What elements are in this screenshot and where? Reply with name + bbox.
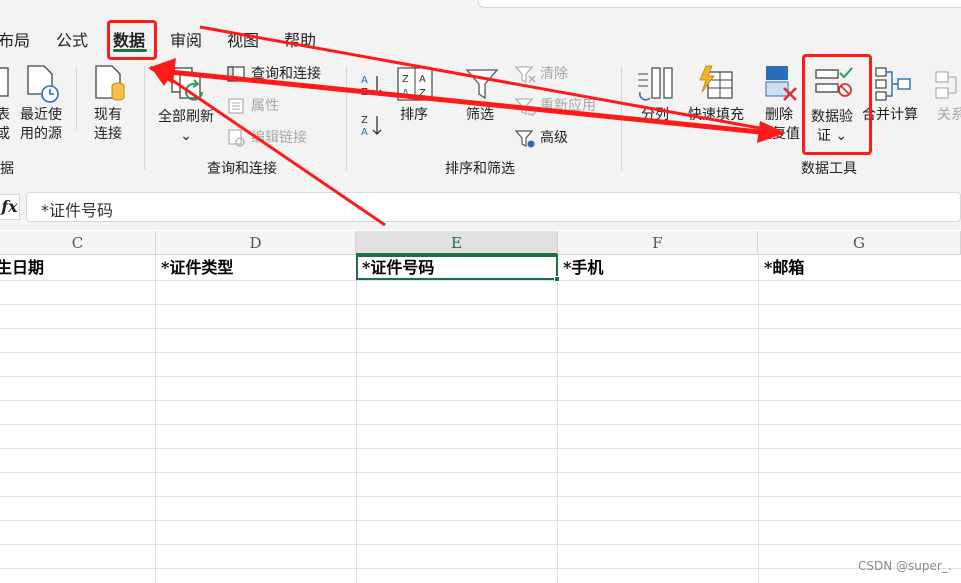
sort-button[interactable]: 排序 [400, 106, 428, 125]
annotation-box-data-validation [802, 54, 872, 155]
advanced-filter-icon [515, 130, 535, 148]
group-label-data-tools: 数据工具 [801, 161, 857, 177]
grid-line [0, 352, 961, 353]
spreadsheet-grid[interactable] [0, 255, 961, 583]
queries-connections-button[interactable]: 查询和连接 [251, 65, 321, 84]
svg-text:A: A [361, 127, 368, 138]
svg-text:Z: Z [419, 88, 426, 99]
consolidate-icon [875, 67, 911, 101]
separator [144, 66, 145, 170]
grid-line [0, 472, 961, 473]
remove-duplicates-button[interactable]: 删除 重复值 [754, 106, 804, 144]
tab-help[interactable]: 帮助 [284, 27, 316, 51]
recent-sources-button[interactable]: 最近使 用的源 [17, 106, 65, 144]
edit-links-button[interactable]: 编辑链接 [251, 129, 307, 148]
column-header-c[interactable]: C [0, 231, 156, 255]
tab-review[interactable]: 审阅 [170, 27, 202, 51]
column-header-g[interactable]: G [758, 231, 961, 255]
separator [346, 66, 347, 170]
grid-line [0, 568, 961, 569]
tab-layout[interactable]: 布局 [0, 27, 30, 51]
grid-line [0, 424, 961, 425]
formula-input[interactable]: *证件号码 [26, 192, 961, 222]
cell-c1[interactable]: 生日期 [0, 257, 155, 279]
grid-line [0, 280, 961, 281]
links-icon [228, 129, 245, 147]
sort-icon: ZA AZ [397, 67, 433, 101]
grid-line [0, 448, 961, 449]
tab-view[interactable]: 视图 [227, 27, 259, 51]
fill-handle[interactable] [554, 276, 560, 282]
grid-line [0, 400, 961, 401]
reapply-button[interactable]: 重新应用 [540, 97, 596, 116]
flash-fill-button[interactable]: 快速填充 [688, 106, 744, 125]
existing-connections-button[interactable]: 现有 连接 [88, 106, 128, 144]
sort-desc-icon: Z A [361, 115, 382, 138]
svg-text:A: A [419, 74, 426, 85]
clock-doc-icon [27, 65, 59, 103]
annotation-box-data-tab [107, 20, 157, 60]
active-cell-border [356, 255, 558, 280]
formula-value: *证件号码 [41, 201, 114, 220]
refresh-icon [171, 67, 203, 101]
grid-line [0, 544, 961, 545]
grid-line [0, 376, 961, 377]
advanced-button[interactable]: 高级 [540, 129, 568, 148]
get-data-partial-button[interactable]: 表 或 [0, 106, 10, 144]
svg-text:Z: Z [402, 74, 409, 85]
svg-text:A: A [402, 88, 409, 99]
filter-icon [465, 69, 499, 100]
text-to-columns-button[interactable]: 分列 [641, 106, 669, 125]
queries-icon [227, 66, 245, 82]
search-box[interactable] [478, 0, 961, 8]
watermark: CSDN @super_. [858, 559, 952, 573]
remove-duplicates-icon [765, 66, 797, 101]
properties-icon [228, 98, 244, 114]
relationships-button[interactable]: 关系 [937, 106, 961, 125]
group-label-queries: 查询和连接 [207, 161, 277, 177]
sort-asc-icon: A Z [361, 75, 382, 98]
refresh-all-button[interactable]: 全部刷新 ⌄ [155, 108, 217, 146]
group-label-get-data: 据 [0, 161, 14, 177]
clear-button[interactable]: 清除 [540, 65, 568, 84]
column-header-f[interactable]: F [558, 231, 758, 255]
properties-button[interactable]: 属性 [251, 97, 279, 116]
grid-line [0, 304, 961, 305]
tab-formulas[interactable]: 公式 [56, 27, 88, 51]
separator [621, 66, 622, 170]
fx-button[interactable]: fx [0, 194, 20, 220]
cell-g1[interactable]: *邮箱 [759, 257, 959, 279]
flash-fill-icon [699, 65, 733, 99]
svg-text:Z: Z [361, 115, 368, 126]
column-header-e[interactable]: E [356, 231, 558, 255]
title-bar [0, 0, 961, 18]
grid-line [0, 496, 961, 497]
clear-filter-icon [515, 66, 536, 83]
cell-d1[interactable]: *证件类型 [156, 257, 356, 279]
cell-f1[interactable]: *手机 [558, 257, 758, 279]
filter-button[interactable]: 筛选 [466, 106, 494, 125]
svg-text:A: A [361, 75, 368, 86]
group-label-sort-filter: 排序和筛选 [445, 161, 515, 177]
grid-line [0, 328, 961, 329]
column-header-d[interactable]: D [156, 231, 356, 255]
reapply-icon [515, 98, 536, 116]
svg-text:Z: Z [361, 87, 368, 98]
grid-line [0, 520, 961, 521]
relationships-icon [935, 71, 957, 99]
separator [76, 68, 77, 130]
table-icon [0, 67, 9, 97]
db-doc-icon [95, 65, 125, 101]
text-to-columns-icon [638, 67, 673, 101]
